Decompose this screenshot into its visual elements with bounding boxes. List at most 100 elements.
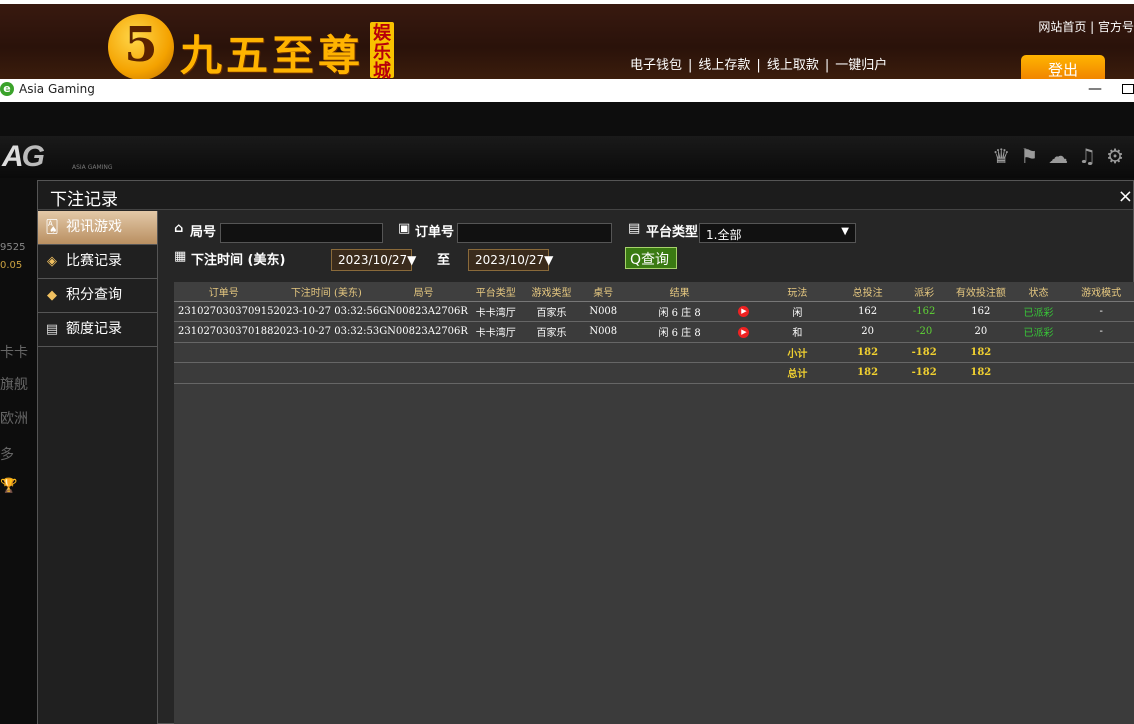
records-menu: 🂡 视讯游戏 ◈ 比赛记录 ◆ 积分查询 ▤ 额度记录 [38,211,158,724]
column-header: 游戏类型 [523,282,580,302]
table-cell: 2023-10-27 03:32:56 [273,301,380,322]
site-links[interactable]: 网站首页 | 官方号 [1038,18,1134,35]
table-row[interactable]: 231027030370188 2023-10-27 03:32:53 GN0082… [174,321,1134,343]
column-header: 桌号 [579,282,628,302]
total-payout: -182 [896,362,952,384]
ghost-rate: 0.05 [0,260,23,271]
menu-item-label: 视讯游戏 [66,219,122,235]
diamond-icon: ◆ [47,288,57,303]
column-header: 状态 [1009,282,1068,302]
browser-icon: e [0,82,14,96]
brand-logo: 5 [108,14,174,79]
ticket-icon: ◈ [47,254,57,269]
column-header: 下注时间 (美东) [273,282,380,302]
subtotal-row: 小计 182 -182 182 [174,342,1134,363]
table-cell: 百家乐 [523,301,580,322]
table-header-row: 订单号 下注时间 (美东) 局号 平台类型 游戏类型 桌号 结果 玩法 总投注 派彩 有效投注额 状态… [174,282,1134,302]
column-header: 有效投注额 [951,282,1010,302]
date-from-picker[interactable]: 2023/10/27▼ [331,249,416,271]
maximize-button[interactable] [1122,84,1134,94]
game-topbar [0,136,1134,178]
bet-records-dialog: 下注记录 × 🂡 视讯游戏 ◈ 比赛记录 ◆ 积分查询 ▤ 额度记录 ⌂ 局号 … [37,180,1134,724]
deposit-link[interactable]: 线上存款 [698,58,750,73]
table-body: 231027030370915 2023-10-27 03:32:56 GN0082… [174,301,1134,384]
document-icon: ▤ [45,322,59,337]
total-bet: 182 [838,362,897,384]
table-cell: 和 [755,321,839,343]
menu-item-label: 比赛记录 [66,253,122,269]
video-replay-icon[interactable]: ▶ [732,321,756,343]
cards-icon: 🂡 [45,220,59,235]
consolidate-link[interactable]: 一键归户 [835,58,887,73]
table-cell: -20 [896,321,952,343]
brand-tag: 娱乐城 [370,22,394,79]
subtotal-label: 小计 [755,342,839,363]
menu-item-label: 积分查询 [66,287,122,303]
total-row: 总计 182 -182 182 [174,362,1134,384]
column-header: 平台类型 [467,282,524,302]
to-label: 至 [437,253,451,268]
dialog-title: 下注记录 [50,190,118,210]
window-titlebar: e Asia Gaming — [0,79,1134,102]
order-label: 订单号 [415,225,455,240]
bet-time-label: 下注时间 (美东) [191,253,286,268]
round-input[interactable] [220,223,383,243]
ag-logo: AG [2,140,45,173]
subtotal-valid: 182 [951,342,1010,363]
window-title: Asia Gaming [19,82,95,96]
table-cell: 闲 [755,301,839,322]
table-cell: - [1067,321,1134,343]
subtotal-bet: 182 [838,342,897,363]
close-icon[interactable]: × [1118,186,1133,207]
column-header: 游戏模式 [1067,282,1134,302]
tag-icon: ⌂ [174,221,184,236]
wallet-link[interactable]: 电子钱包 [630,58,682,73]
menu-item-live-games[interactable]: 🂡 视讯游戏 [38,211,157,245]
order-input[interactable] [457,223,612,243]
table-cell: 20 [951,321,1010,343]
table-cell: 百家乐 [523,321,580,343]
menu-item-credit-records[interactable]: ▤ 额度记录 [38,313,157,347]
ghost-europe: 欧洲 [0,411,28,427]
table-cell: 卡卡湾厅 [467,301,524,322]
ghost-flagship: 旗舰 [0,377,28,393]
chevron-down-icon: ▼ [841,226,849,237]
table-cell: 已派彩 [1009,321,1068,343]
platform-select[interactable]: 1.全部 ▼ [699,223,856,243]
round-label: 局号 [190,225,217,240]
table-cell: 闲 6 庄 8 [627,321,733,343]
play-icon[interactable]: ▶ [738,326,750,338]
total-label: 总计 [755,362,839,384]
menu-item-match-records[interactable]: ◈ 比赛记录 [38,245,157,279]
order-icon: ▣ [398,221,411,236]
table-cell: 231027030370188 [174,321,274,343]
play-icon[interactable]: ▶ [738,306,750,318]
query-button[interactable]: Q查询 [625,247,677,269]
search-icon: Q [630,252,642,268]
platform-select-value: 1.全部 [706,228,742,242]
minimize-button[interactable]: — [1088,81,1102,97]
menu-item-label: 额度记录 [66,321,122,337]
menu-item-points[interactable]: ◆ 积分查询 [38,279,157,313]
logout-button[interactable]: 登出 [1021,55,1105,79]
table-cell: 已派彩 [1009,301,1068,322]
table-cell: 闲 6 庄 8 [627,301,733,322]
column-header: 结果 [627,282,733,302]
column-header: 订单号 [174,282,274,302]
subtotal-payout: -182 [896,342,952,363]
wallet-links: 电子钱包 | 线上存款 | 线上取款 | 一键归户 [630,58,888,73]
column-header: 总投注 [838,282,897,302]
video-replay-icon[interactable]: ▶ [732,301,756,322]
table-cell: 2023-10-27 03:32:53 [273,321,380,343]
withdraw-link[interactable]: 线上取款 [767,58,819,73]
table-cell: N008 [579,301,628,322]
table-row[interactable]: 231027030370915 2023-10-27 03:32:56 GN0082… [174,301,1134,322]
game-toolbar-icons[interactable]: ♛⚑☁♫⚙ [992,144,1134,168]
top-stripe [0,0,1134,4]
brand-name: 九五至尊 [180,31,365,79]
brand-banner: 5 九五至尊 娱乐城 电子钱包 | 线上存款 | 线上取款 | 一键归户 网站首页 | 官方… [0,0,1134,79]
column-header: 局号 [379,282,468,302]
records-table-container: 订单号 下注时间 (美东) 局号 平台类型 游戏类型 桌号 结果 玩法 总投注 派彩 有效投注额 状态… [174,282,1134,724]
date-to-picker[interactable]: 2023/10/27▼ [468,249,553,271]
table-cell: N008 [579,321,628,343]
